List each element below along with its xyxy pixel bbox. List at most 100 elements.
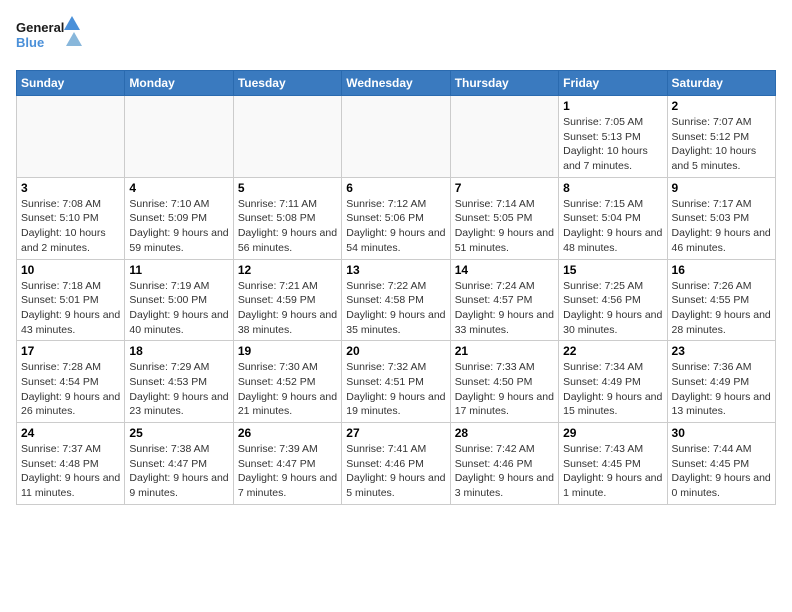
day-number: 1	[563, 99, 662, 113]
calendar-cell: 26 Sunrise: 7:39 AM Sunset: 4:47 PM Dayli…	[233, 423, 341, 505]
day-info: Sunrise: 7:39 AM Sunset: 4:47 PM Dayligh…	[238, 442, 337, 501]
day-info: Sunrise: 7:38 AM Sunset: 4:47 PM Dayligh…	[129, 442, 228, 501]
calendar-cell: 29Sunrise: 7:43 AM Sunset: 4:45 PM Dayli…	[559, 423, 667, 505]
calendar-week-row: 3 Sunrise: 7:08 AM Sunset: 5:10 PM Daylig…	[17, 177, 776, 259]
calendar-cell	[450, 96, 558, 178]
calendar-cell: 5 Sunrise: 7:11 AM Sunset: 5:08 PM Daylig…	[233, 177, 341, 259]
day-info: Sunrise: 7:43 AM Sunset: 4:45 PM Dayligh…	[563, 442, 662, 501]
calendar-cell: 7Sunrise: 7:14 AM Sunset: 5:05 PM Daylig…	[450, 177, 558, 259]
calendar-cell: 28 Sunrise: 7:42 AM Sunset: 4:46 PM Dayli…	[450, 423, 558, 505]
calendar-cell: 23 Sunrise: 7:36 AM Sunset: 4:49 PM Dayli…	[667, 341, 775, 423]
day-number: 26	[238, 426, 337, 440]
day-info: Sunrise: 7:07 AM Sunset: 5:12 PM Dayligh…	[672, 115, 771, 174]
day-number: 27	[346, 426, 445, 440]
page-header: General Blue	[16, 16, 776, 58]
day-number: 17	[21, 344, 120, 358]
svg-text:Blue: Blue	[16, 35, 44, 50]
day-info: Sunrise: 7:36 AM Sunset: 4:49 PM Dayligh…	[672, 360, 771, 419]
calendar-cell: 30 Sunrise: 7:44 AM Sunset: 4:45 PM Dayli…	[667, 423, 775, 505]
calendar-cell: 6Sunrise: 7:12 AM Sunset: 5:06 PM Daylig…	[342, 177, 450, 259]
day-info: Sunrise: 7:37 AM Sunset: 4:48 PM Dayligh…	[21, 442, 120, 501]
day-number: 24	[21, 426, 120, 440]
calendar-cell: 11 Sunrise: 7:19 AM Sunset: 5:00 PM Dayli…	[125, 259, 233, 341]
calendar-week-row: 17 Sunrise: 7:28 AM Sunset: 4:54 PM Dayli…	[17, 341, 776, 423]
day-number: 18	[129, 344, 228, 358]
day-number: 12	[238, 263, 337, 277]
day-number: 5	[238, 181, 337, 195]
day-number: 23	[672, 344, 771, 358]
day-info: Sunrise: 7:11 AM Sunset: 5:08 PM Dayligh…	[238, 197, 337, 256]
day-info: Sunrise: 7:44 AM Sunset: 4:45 PM Dayligh…	[672, 442, 771, 501]
calendar-cell	[125, 96, 233, 178]
weekday-header-tuesday: Tuesday	[233, 71, 341, 96]
day-number: 22	[563, 344, 662, 358]
logo-svg: General Blue	[16, 16, 86, 58]
day-number: 2	[672, 99, 771, 113]
day-info: Sunrise: 7:34 AM Sunset: 4:49 PM Dayligh…	[563, 360, 662, 419]
calendar-cell: 10Sunrise: 7:18 AM Sunset: 5:01 PM Dayli…	[17, 259, 125, 341]
weekday-header-saturday: Saturday	[667, 71, 775, 96]
calendar-cell: 19Sunrise: 7:30 AM Sunset: 4:52 PM Dayli…	[233, 341, 341, 423]
calendar-cell: 8 Sunrise: 7:15 AM Sunset: 5:04 PM Daylig…	[559, 177, 667, 259]
day-info: Sunrise: 7:30 AM Sunset: 4:52 PM Dayligh…	[238, 360, 337, 419]
calendar-cell	[342, 96, 450, 178]
day-number: 13	[346, 263, 445, 277]
day-info: Sunrise: 7:15 AM Sunset: 5:04 PM Dayligh…	[563, 197, 662, 256]
weekday-header-friday: Friday	[559, 71, 667, 96]
calendar-cell: 24 Sunrise: 7:37 AM Sunset: 4:48 PM Dayli…	[17, 423, 125, 505]
weekday-header-sunday: Sunday	[17, 71, 125, 96]
day-info: Sunrise: 7:08 AM Sunset: 5:10 PM Dayligh…	[21, 197, 120, 256]
calendar-cell: 2 Sunrise: 7:07 AM Sunset: 5:12 PM Daylig…	[667, 96, 775, 178]
day-info: Sunrise: 7:14 AM Sunset: 5:05 PM Dayligh…	[455, 197, 554, 256]
calendar-cell: 27 Sunrise: 7:41 AM Sunset: 4:46 PM Dayli…	[342, 423, 450, 505]
calendar-cell: 12 Sunrise: 7:21 AM Sunset: 4:59 PM Dayli…	[233, 259, 341, 341]
calendar-cell: 14 Sunrise: 7:24 AM Sunset: 4:57 PM Dayli…	[450, 259, 558, 341]
calendar-cell: 25Sunrise: 7:38 AM Sunset: 4:47 PM Dayli…	[125, 423, 233, 505]
day-number: 16	[672, 263, 771, 277]
day-info: Sunrise: 7:17 AM Sunset: 5:03 PM Dayligh…	[672, 197, 771, 256]
svg-text:General: General	[16, 20, 64, 35]
calendar-table: SundayMondayTuesdayWednesdayThursdayFrid…	[16, 70, 776, 505]
day-info: Sunrise: 7:29 AM Sunset: 4:53 PM Dayligh…	[129, 360, 228, 419]
day-info: Sunrise: 7:41 AM Sunset: 4:46 PM Dayligh…	[346, 442, 445, 501]
day-number: 20	[346, 344, 445, 358]
calendar-cell: 20 Sunrise: 7:32 AM Sunset: 4:51 PM Dayli…	[342, 341, 450, 423]
day-number: 15	[563, 263, 662, 277]
day-info: Sunrise: 7:28 AM Sunset: 4:54 PM Dayligh…	[21, 360, 120, 419]
calendar-cell: 22 Sunrise: 7:34 AM Sunset: 4:49 PM Dayli…	[559, 341, 667, 423]
day-number: 3	[21, 181, 120, 195]
day-info: Sunrise: 7:24 AM Sunset: 4:57 PM Dayligh…	[455, 279, 554, 338]
day-info: Sunrise: 7:42 AM Sunset: 4:46 PM Dayligh…	[455, 442, 554, 501]
day-number: 6	[346, 181, 445, 195]
day-number: 30	[672, 426, 771, 440]
weekday-header-monday: Monday	[125, 71, 233, 96]
day-number: 8	[563, 181, 662, 195]
calendar-cell	[17, 96, 125, 178]
weekday-header-thursday: Thursday	[450, 71, 558, 96]
day-number: 14	[455, 263, 554, 277]
calendar-cell: 13 Sunrise: 7:22 AM Sunset: 4:58 PM Dayli…	[342, 259, 450, 341]
day-info: Sunrise: 7:22 AM Sunset: 4:58 PM Dayligh…	[346, 279, 445, 338]
calendar-cell: 1 Sunrise: 7:05 AM Sunset: 5:13 PM Daylig…	[559, 96, 667, 178]
day-info: Sunrise: 7:21 AM Sunset: 4:59 PM Dayligh…	[238, 279, 337, 338]
day-info: Sunrise: 7:26 AM Sunset: 4:55 PM Dayligh…	[672, 279, 771, 338]
day-number: 21	[455, 344, 554, 358]
calendar-cell: 9 Sunrise: 7:17 AM Sunset: 5:03 PM Daylig…	[667, 177, 775, 259]
day-number: 11	[129, 263, 228, 277]
calendar-cell: 16 Sunrise: 7:26 AM Sunset: 4:55 PM Dayli…	[667, 259, 775, 341]
day-info: Sunrise: 7:19 AM Sunset: 5:00 PM Dayligh…	[129, 279, 228, 338]
day-info: Sunrise: 7:32 AM Sunset: 4:51 PM Dayligh…	[346, 360, 445, 419]
day-number: 10	[21, 263, 120, 277]
calendar-cell: 17 Sunrise: 7:28 AM Sunset: 4:54 PM Dayli…	[17, 341, 125, 423]
day-info: Sunrise: 7:10 AM Sunset: 5:09 PM Dayligh…	[129, 197, 228, 256]
calendar-week-row: 1 Sunrise: 7:05 AM Sunset: 5:13 PM Daylig…	[17, 96, 776, 178]
day-number: 28	[455, 426, 554, 440]
logo: General Blue	[16, 16, 86, 58]
day-number: 9	[672, 181, 771, 195]
day-info: Sunrise: 7:33 AM Sunset: 4:50 PM Dayligh…	[455, 360, 554, 419]
calendar-cell: 15 Sunrise: 7:25 AM Sunset: 4:56 PM Dayli…	[559, 259, 667, 341]
weekday-header-wednesday: Wednesday	[342, 71, 450, 96]
day-info: Sunrise: 7:25 AM Sunset: 4:56 PM Dayligh…	[563, 279, 662, 338]
day-info: Sunrise: 7:05 AM Sunset: 5:13 PM Dayligh…	[563, 115, 662, 174]
calendar-cell	[233, 96, 341, 178]
